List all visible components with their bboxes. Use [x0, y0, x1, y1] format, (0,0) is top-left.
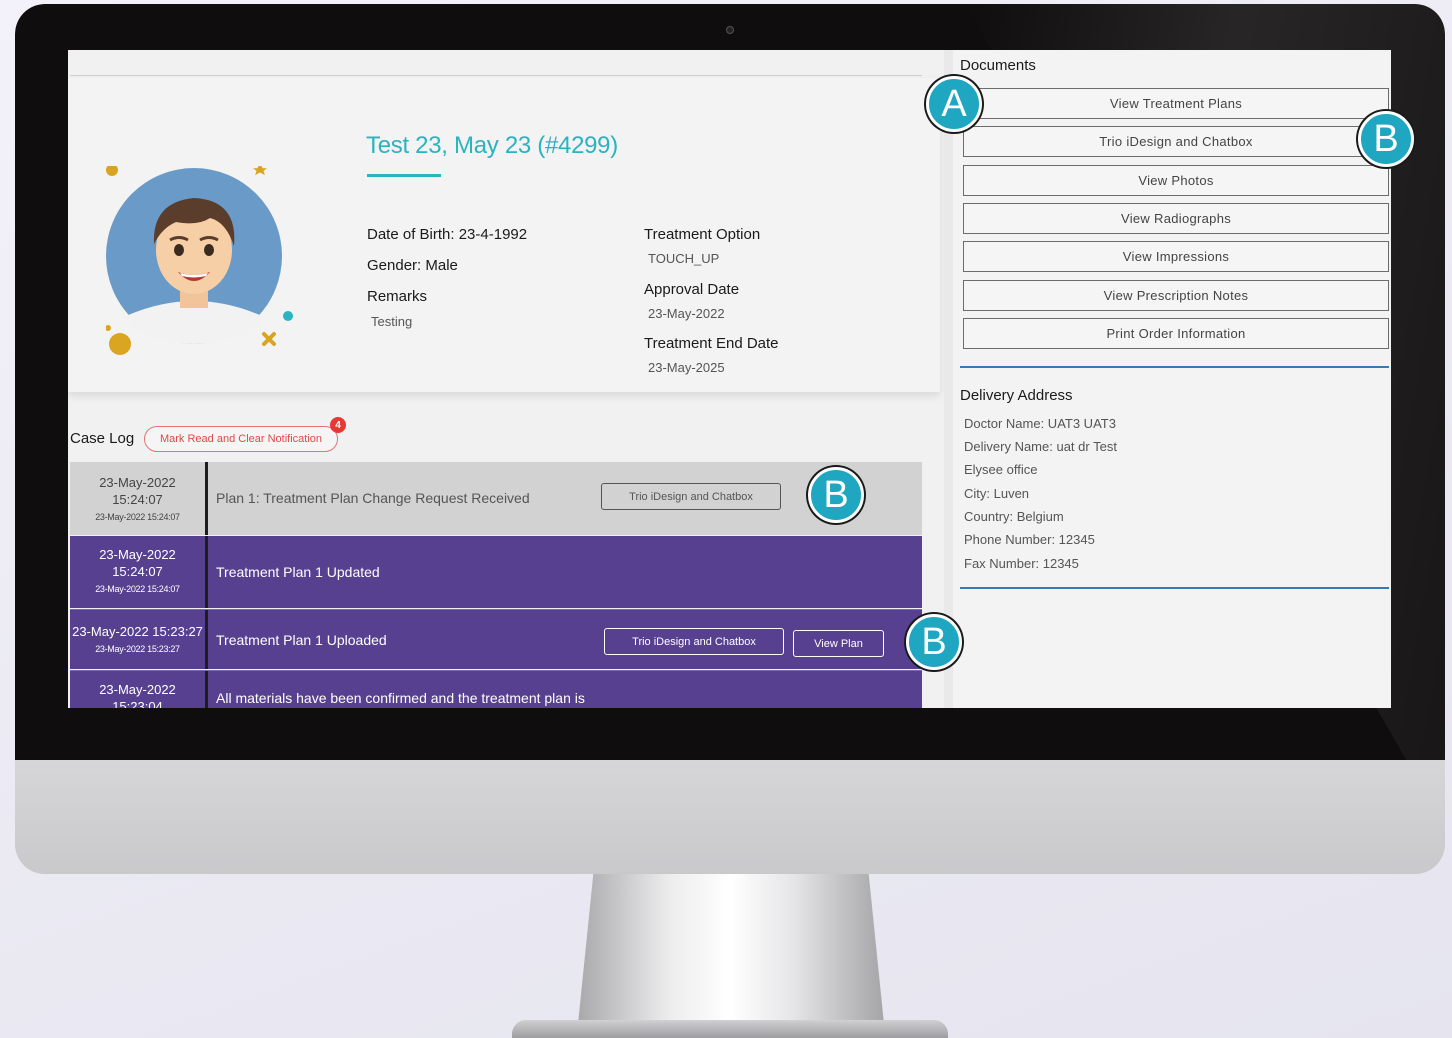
monitor-chin	[15, 760, 1445, 874]
avatar	[105, 164, 306, 366]
view-treatment-plans-button[interactable]: View Treatment Plans	[963, 88, 1389, 119]
callout-marker-b: B	[906, 614, 962, 670]
callout-marker-b: B	[1358, 111, 1414, 167]
log-row: 23-May-2022 15:24:07 23-May-2022 15:24:0…	[70, 462, 922, 535]
trio-idesign-chatbox-button[interactable]: Trio iDesign and Chatbox	[604, 628, 784, 655]
log-row: 23-May-2022 15:24:07 23-May-2022 15:24:0…	[70, 536, 922, 608]
gender: Gender: Male	[367, 257, 458, 274]
case-log-title: Case Log	[70, 430, 135, 447]
section-divider	[960, 366, 1389, 368]
remarks-label: Remarks	[367, 288, 428, 305]
log-timestamp: 23-May-2022 15:23:04	[70, 671, 208, 708]
documents-panel: Documents View Treatment Plans Trio iDes…	[953, 50, 1391, 708]
treatment-end-value: 23-May-2025	[648, 360, 725, 375]
title-underline	[367, 174, 441, 177]
log-row: 23-May-2022 15:23:04 All materials have …	[70, 670, 922, 708]
monitor-stand	[578, 874, 884, 1024]
approval-date-value: 23-May-2022	[648, 306, 725, 321]
documents-title: Documents	[960, 57, 1036, 74]
fax-number: Fax Number: 12345	[964, 556, 1079, 571]
top-divider	[70, 75, 922, 76]
mark-read-clear-button[interactable]: Mark Read and Clear Notification	[144, 426, 338, 452]
log-message: Treatment Plan 1 Updated	[216, 564, 380, 580]
log-timestamp: 23-May-2022 15:23:27 23-May-2022 15:23:2…	[70, 610, 208, 669]
monitor-stand-base	[512, 1020, 948, 1038]
delivery-address-title: Delivery Address	[960, 387, 1073, 404]
doctor-name: Doctor Name: UAT3 UAT3	[964, 416, 1116, 431]
log-timestamp: 23-May-2022 15:24:07 23-May-2022 15:24:0…	[70, 536, 208, 608]
log-message: Treatment Plan 1 Uploaded	[216, 632, 387, 648]
patient-card: Test 23, May 23 (#4299) Date of Birth: 2…	[68, 78, 940, 392]
notification-badge: 4	[330, 417, 346, 433]
address-line: Elysee office	[964, 462, 1038, 477]
app-screen: Test 23, May 23 (#4299) Date of Birth: 2…	[68, 50, 1391, 708]
delivery-name: Delivery Name: uat dr Test	[964, 439, 1117, 454]
treatment-option-value: TOUCH_UP	[648, 251, 720, 266]
patient-name: Test 23, May 23 (#4299)	[366, 132, 618, 159]
treatment-end-label: Treatment End Date	[644, 335, 779, 352]
print-order-information-button[interactable]: Print Order Information	[963, 318, 1389, 349]
view-photos-button[interactable]: View Photos	[963, 165, 1389, 196]
city: City: Luven	[964, 486, 1030, 501]
callout-marker-b: B	[808, 467, 864, 523]
country: Country: Belgium	[964, 509, 1064, 524]
trio-idesign-chatbox-doc-button[interactable]: Trio iDesign and Chatbox	[963, 126, 1389, 157]
phone-number: Phone Number: 12345	[964, 532, 1095, 547]
date-of-birth: Date of Birth: 23-4-1992	[367, 226, 528, 243]
treatment-option-label: Treatment Option	[644, 226, 761, 243]
avatar-illustration	[105, 164, 293, 355]
view-impressions-button[interactable]: View Impressions	[963, 241, 1389, 272]
view-prescription-notes-button[interactable]: View Prescription Notes	[963, 280, 1389, 311]
view-radiographs-button[interactable]: View Radiographs	[963, 203, 1389, 234]
section-divider	[960, 587, 1389, 589]
remarks-value: Testing	[371, 314, 413, 329]
approval-date-label: Approval Date	[644, 281, 740, 298]
log-row: 23-May-2022 15:23:27 23-May-2022 15:23:2…	[70, 609, 922, 669]
log-message: All materials have been confirmed and th…	[216, 690, 585, 706]
view-plan-button[interactable]: View Plan	[793, 630, 884, 657]
callout-marker-a: A	[926, 76, 982, 132]
panel-separator	[944, 50, 953, 708]
trio-idesign-chatbox-button[interactable]: Trio iDesign and Chatbox	[601, 483, 781, 510]
log-message: Plan 1: Treatment Plan Change Request Re…	[216, 490, 530, 506]
log-timestamp: 23-May-2022 15:24:07 23-May-2022 15:24:0…	[70, 462, 208, 535]
webcam-icon	[726, 26, 734, 34]
